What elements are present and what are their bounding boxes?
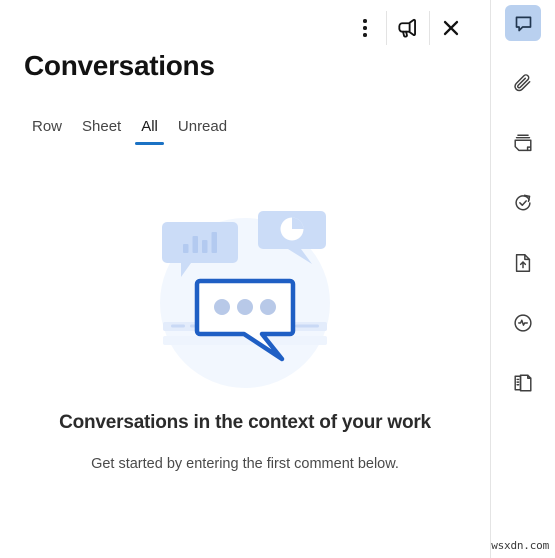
rail-item-proofs[interactable] (505, 125, 541, 161)
close-button[interactable] (430, 8, 472, 48)
paperclip-icon (514, 74, 531, 92)
empty-state-title: Conversations in the context of your wor… (59, 412, 431, 433)
empty-state-subtitle: Get started by entering the first commen… (91, 456, 399, 472)
rail-item-activity-log[interactable] (505, 305, 541, 341)
conversation-bubbles-illustration (160, 211, 330, 388)
conversations-panel-window: Conversations Row Sheet All Unread Conve… (0, 0, 555, 558)
document-list-icon (514, 374, 532, 392)
tab-row[interactable]: Row (22, 118, 72, 145)
rail-item-summary[interactable] (505, 365, 541, 401)
file-upload-icon (515, 254, 531, 272)
tab-all[interactable]: All (131, 118, 168, 145)
rail-item-attachments[interactable] (505, 65, 541, 101)
megaphone-icon (398, 18, 416, 38)
tab-sheet[interactable]: Sheet (72, 118, 131, 145)
conversation-filter-tabs: Row Sheet All Unread (22, 118, 237, 145)
empty-state: Conversations in the context of your wor… (0, 200, 490, 472)
conversations-panel: Conversations Row Sheet All Unread Conve… (0, 0, 490, 558)
panel-header-actions (344, 8, 472, 48)
more-vertical-icon (363, 19, 367, 37)
close-icon (443, 20, 459, 36)
rail-item-conversations[interactable] (505, 5, 541, 41)
watermark: wsxdn.com (491, 539, 549, 552)
card-stack-icon (514, 134, 532, 152)
more-options-button[interactable] (344, 8, 386, 48)
rail-item-publish[interactable] (505, 245, 541, 281)
right-sidebar-rail (490, 0, 555, 558)
refresh-check-icon (515, 194, 531, 211)
page-title: Conversations (24, 50, 215, 81)
announcements-button[interactable] (387, 8, 429, 48)
activity-pulse-icon (514, 314, 532, 332)
tab-unread[interactable]: Unread (168, 118, 237, 145)
speech-bubble-icon (515, 16, 531, 31)
rail-item-update-requests[interactable] (505, 185, 541, 221)
